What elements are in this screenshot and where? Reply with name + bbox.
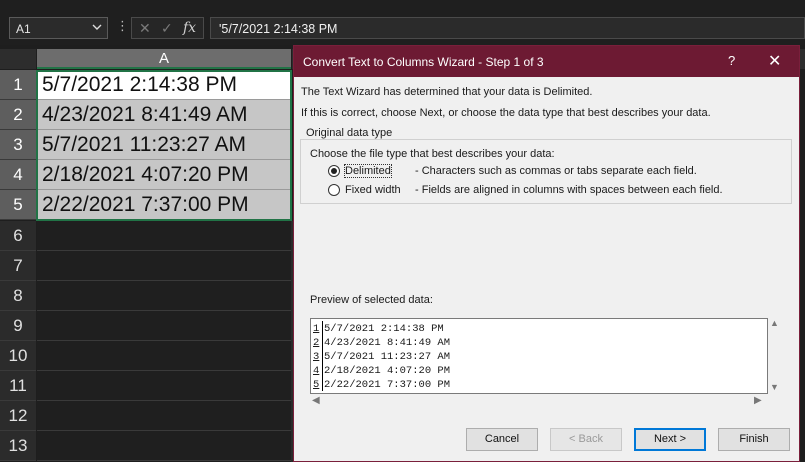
enter-icon[interactable]: ✓	[161, 20, 173, 37]
scroll-up-icon[interactable]: ▲	[770, 318, 779, 328]
formula-bar-options-icon[interactable]: ⋮	[116, 18, 129, 34]
formula-input-value: '5/7/2021 2:14:38 PM	[219, 22, 338, 36]
insert-function-icon[interactable]: fx	[183, 20, 196, 36]
cell-a10[interactable]	[37, 341, 291, 371]
row-header[interactable]: 12	[0, 401, 36, 431]
name-box[interactable]: A1	[9, 17, 108, 39]
cancel-button[interactable]: Cancel	[466, 428, 538, 451]
preview-row-number: 1	[313, 323, 320, 335]
cell-a3[interactable]: 5/7/2021 11:23:27 AM	[37, 130, 291, 160]
row-header[interactable]: 10	[0, 341, 36, 371]
chevron-down-icon[interactable]	[92, 21, 102, 33]
preview-row-text: 5/7/2021 11:23:27 AM	[324, 351, 451, 363]
row-header[interactable]: 5	[0, 190, 36, 220]
preview-label: Preview of selected data:	[310, 294, 433, 306]
close-icon[interactable]: ✕	[768, 51, 781, 71]
group-label: Original data type	[304, 127, 395, 139]
choose-file-type-label: Choose the file type that best describes…	[310, 148, 555, 160]
formula-bar-area: A1 ⋮ ✕ ✓ fx '5/7/2021 2:14:38 PM	[0, 0, 805, 45]
preview-row-text: 4/23/2021 8:41:49 AM	[324, 337, 451, 349]
scroll-left-icon[interactable]: ◀	[312, 395, 320, 406]
formula-bar-buttons: ✕ ✓ fx	[131, 17, 204, 39]
row-header[interactable]: 11	[0, 371, 36, 401]
fixed-width-description: - Fields are aligned in columns with spa…	[415, 184, 723, 196]
cell-a4[interactable]: 2/18/2021 4:07:20 PM	[37, 160, 291, 190]
column-header-a[interactable]: A	[37, 49, 291, 69]
back-button[interactable]: < Back	[550, 428, 622, 451]
scroll-right-icon[interactable]: ▶	[754, 395, 762, 406]
preview-row-number: 3	[313, 351, 320, 363]
delimited-label[interactable]: Delimited	[344, 164, 392, 178]
row-header[interactable]: 7	[0, 251, 36, 281]
formula-input[interactable]: '5/7/2021 2:14:38 PM	[210, 17, 805, 39]
row-header[interactable]: 9	[0, 311, 36, 341]
row-header[interactable]: 4	[0, 160, 36, 190]
preview-horizontal-scrollbar[interactable]: ◀ ▶	[310, 395, 768, 407]
dialog-title: Convert Text to Columns Wizard - Step 1 …	[303, 55, 544, 69]
data-preview[interactable]: 1 5/7/2021 2:14:38 PM 2 4/23/2021 8:41:4…	[310, 318, 768, 394]
cell-a1[interactable]: 5/7/2021 2:14:38 PM	[37, 70, 291, 100]
fixed-width-radio[interactable]	[328, 184, 340, 196]
cell-a12[interactable]	[37, 401, 291, 431]
cell-a5[interactable]: 2/22/2021 7:37:00 PM	[37, 190, 291, 220]
preview-row-text: 5/7/2021 2:14:38 PM	[324, 323, 444, 335]
text-to-columns-dialog: Convert Text to Columns Wizard - Step 1 …	[293, 45, 800, 462]
row-header[interactable]: 3	[0, 130, 36, 160]
row-header[interactable]: 13	[0, 431, 36, 461]
cell-a11[interactable]	[37, 371, 291, 401]
cancel-icon[interactable]: ✕	[139, 20, 151, 37]
name-box-value: A1	[16, 22, 31, 36]
select-all-corner[interactable]	[0, 49, 36, 69]
cell-a13[interactable]	[37, 431, 291, 461]
preview-vertical-scrollbar[interactable]: ▲ ▼	[768, 318, 780, 394]
row-header[interactable]: 6	[0, 221, 36, 251]
cell-a9[interactable]	[37, 311, 291, 341]
preview-row-text: 2/22/2021 7:37:00 PM	[324, 379, 451, 391]
delimited-radio[interactable]	[328, 165, 340, 177]
intro-text-2: If this is correct, choose Next, or choo…	[301, 107, 711, 119]
preview-row-number: 5	[313, 379, 320, 391]
cell-a2[interactable]: 4/23/2021 8:41:49 AM	[37, 100, 291, 130]
finish-button[interactable]: Finish	[718, 428, 790, 451]
intro-text-1: The Text Wizard has determined that your…	[301, 86, 593, 98]
preview-row-number: 4	[313, 365, 320, 377]
preview-row-number: 2	[313, 337, 320, 349]
fixed-width-label[interactable]: Fixed width	[345, 184, 401, 196]
delimited-description: - Characters such as commas or tabs sepa…	[415, 165, 697, 177]
next-button[interactable]: Next >	[634, 428, 706, 451]
preview-row-text: 2/18/2021 4:07:20 PM	[324, 365, 451, 377]
dialog-titlebar[interactable]: Convert Text to Columns Wizard - Step 1 …	[294, 46, 799, 77]
scroll-down-icon[interactable]: ▼	[770, 382, 779, 392]
cell-a8[interactable]	[37, 281, 291, 311]
row-header[interactable]: 8	[0, 281, 36, 311]
cell-a7[interactable]	[37, 251, 291, 281]
row-header[interactable]: 1	[0, 70, 36, 100]
help-icon[interactable]: ?	[728, 53, 735, 68]
cell-a6[interactable]	[37, 221, 291, 251]
row-header[interactable]: 2	[0, 100, 36, 130]
